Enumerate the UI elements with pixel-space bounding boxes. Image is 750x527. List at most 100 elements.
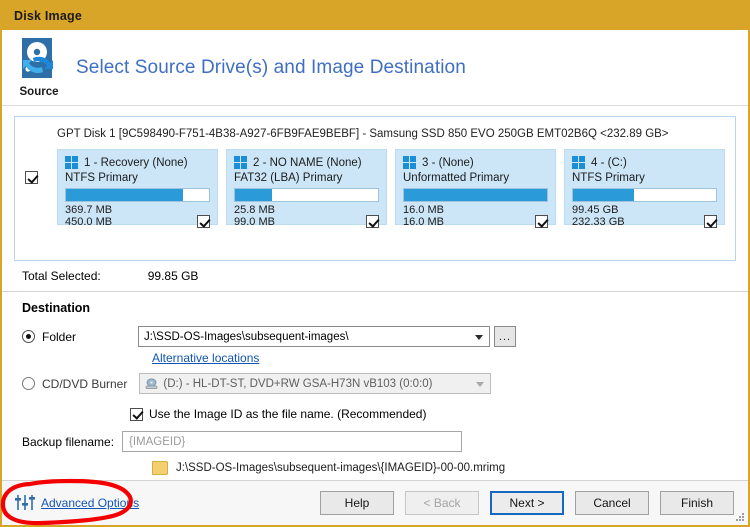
partition-header: 3 - (None): [403, 156, 548, 169]
chevron-down-icon[interactable]: [475, 334, 484, 340]
disk-info-line: GPT Disk 1 [9C598490-F751-4B38-A927-6FB9…: [57, 128, 669, 140]
backup-filename-row: Backup filename: {IMAGEID}: [22, 431, 748, 452]
backup-filename-value: {IMAGEID}: [129, 435, 186, 448]
chevron-down-icon: [476, 381, 485, 387]
partition-footer: 369.7 MB 450.0 MB: [65, 204, 210, 228]
master-checkbox-wrap: [25, 149, 57, 184]
disk-image-window: Disk Image Source Select Source Drive(s)…: [0, 0, 750, 527]
partition-checkbox[interactable]: [366, 215, 379, 228]
destination-section: Destination Folder J:\SSD-OS-Images\subs…: [2, 292, 748, 475]
partition-card-3[interactable]: 3 - (None) Unformatted Primary 16.0 MB 1…: [395, 149, 556, 228]
advanced-options-link[interactable]: Advanced Options: [41, 496, 139, 510]
resize-grip[interactable]: [735, 512, 745, 522]
windows-logo-icon: [403, 156, 416, 169]
total-selected-row: Total Selected: 99.85 GB: [2, 261, 748, 292]
partition-checkbox[interactable]: [535, 215, 548, 228]
partition-filesystem: NTFS Primary: [572, 172, 645, 184]
full-path-text: J:\SSD-OS-Images\subsequent-images\{IMAG…: [176, 462, 506, 474]
cddvd-radio-label: CD/DVD Burner: [42, 376, 128, 391]
folder-radio-label: Folder: [42, 329, 77, 344]
folder-option-row: Folder J:\SSD-OS-Images\subsequent-image…: [22, 326, 748, 347]
partition-usage-bar: [234, 188, 379, 202]
folder-path-value: J:\SSD-OS-Images\subsequent-images\: [144, 330, 349, 343]
partition-usage-bar: [403, 188, 548, 202]
disk-area: GPT Disk 1 [9C598490-F751-4B38-A927-6FB9…: [2, 106, 748, 261]
backup-filename-label: Backup filename:: [22, 434, 115, 449]
partition-total: 232.33 GB: [572, 215, 625, 228]
partition-used: 25.8 MB: [234, 204, 275, 216]
partition-card-4[interactable]: 4 - (C:) NTFS Primary 99.45 GB 232.33 GB: [564, 149, 725, 228]
partition-used: 16.0 MB: [403, 204, 444, 216]
partition-header: 2 - NO NAME (None): [234, 156, 379, 169]
partition-sizes: 25.8 MB 99.0 MB: [234, 204, 275, 228]
partition-card-1[interactable]: 1 - Recovery (None) NTFS Primary 369.7 M…: [57, 149, 218, 228]
finish-button[interactable]: Finish: [660, 491, 734, 515]
total-selected-label: Total Selected:: [22, 269, 101, 283]
total-selected-value: 99.85 GB: [147, 269, 199, 283]
backup-filename-input[interactable]: {IMAGEID}: [122, 431, 462, 452]
cddvd-device-value: (D:) - HL-DT-ST, DVD+RW GSA-H73N vB103 (…: [163, 377, 433, 390]
window-title: Disk Image: [14, 9, 83, 23]
partition-name: 1 - Recovery (None): [84, 156, 188, 169]
disk-select-checkbox[interactable]: [25, 171, 38, 184]
partition-header: 4 - (C:): [572, 156, 717, 169]
page-title: Select Source Drive(s) and Image Destina…: [76, 57, 466, 78]
optical-drive-icon: [145, 378, 158, 390]
folder-path-combo[interactable]: J:\SSD-OS-Images\subsequent-images\: [138, 326, 491, 347]
partition-checkbox[interactable]: [704, 215, 717, 228]
help-button[interactable]: Help: [320, 491, 394, 515]
partition-checkbox[interactable]: [197, 215, 210, 228]
back-button: < Back: [405, 491, 479, 515]
cddvd-radio[interactable]: [22, 377, 35, 390]
source-label: Source: [19, 86, 59, 98]
browse-button[interactable]: ...: [494, 326, 517, 347]
partition-used: 99.45 GB: [572, 204, 619, 216]
partition-total: 99.0 MB: [234, 215, 275, 228]
partition-name: 4 - (C:): [591, 156, 627, 169]
partition-filesystem: Unformatted Primary: [403, 172, 510, 184]
cancel-button[interactable]: Cancel: [575, 491, 649, 515]
cddvd-option-row: CD/DVD Burner (D:) - HL-DT-ST, DVD+RW GS…: [22, 373, 748, 394]
windows-logo-icon: [65, 156, 78, 169]
partition-sizes: 369.7 MB 450.0 MB: [65, 204, 113, 228]
folder-radio[interactable]: [22, 330, 35, 343]
alternative-locations-link[interactable]: Alternative locations: [152, 351, 259, 365]
partition-usage-fill: [573, 189, 635, 201]
partition-total: 16.0 MB: [403, 215, 444, 228]
wizard-header: Source Select Source Drive(s) and Image …: [2, 30, 748, 106]
disk-source-icon: [16, 36, 62, 85]
destination-heading: Destination: [22, 301, 91, 315]
windows-logo-icon: [234, 156, 247, 169]
partition-name: 2 - NO NAME (None): [253, 156, 362, 169]
partition-footer: 25.8 MB 99.0 MB: [234, 204, 379, 228]
partition-card-2[interactable]: 2 - NO NAME (None) FAT32 (LBA) Primary 2…: [226, 149, 387, 228]
sliders-icon: [14, 494, 36, 512]
partition-name: 3 - (None): [422, 156, 474, 169]
partition-filesystem: NTFS Primary: [65, 172, 138, 184]
partition-header: 1 - Recovery (None): [65, 156, 210, 169]
folder-icon: [152, 461, 168, 475]
source-block: Source: [12, 36, 66, 98]
footer-buttons: Help < Back Next > Cancel Finish: [320, 491, 734, 515]
advanced-options-group[interactable]: Advanced Options: [14, 494, 139, 512]
use-image-id-label: Use the Image ID as the file name. (Reco…: [149, 407, 427, 421]
use-image-id-row[interactable]: Use the Image ID as the file name. (Reco…: [130, 407, 748, 421]
partition-usage-fill: [66, 189, 184, 201]
folder-field-group: J:\SSD-OS-Images\subsequent-images\ ...: [138, 326, 517, 347]
next-button[interactable]: Next >: [490, 491, 564, 515]
partition-used: 369.7 MB: [65, 204, 113, 216]
disk-box: GPT Disk 1 [9C598490-F751-4B38-A927-6FB9…: [14, 116, 736, 261]
partition-footer: 16.0 MB 16.0 MB: [403, 204, 548, 228]
cddvd-field-group: (D:) - HL-DT-ST, DVD+RW GSA-H73N vB103 (…: [139, 373, 492, 394]
partition-usage-fill: [235, 189, 273, 201]
partition-total: 450.0 MB: [65, 215, 113, 228]
partition-usage-bar: [65, 188, 210, 202]
window-titlebar: Disk Image: [2, 2, 748, 30]
partition-usage-bar: [572, 188, 717, 202]
footer-bar: Advanced Options Help < Back Next > Canc…: [2, 480, 748, 525]
partition-row: 1 - Recovery (None) NTFS Primary 369.7 M…: [25, 149, 725, 228]
cddvd-device-combo[interactable]: (D:) - HL-DT-ST, DVD+RW GSA-H73N vB103 (…: [139, 373, 492, 394]
use-image-id-checkbox[interactable]: [130, 407, 143, 421]
partition-footer: 99.45 GB 232.33 GB: [572, 204, 717, 228]
partition-filesystem: FAT32 (LBA) Primary: [234, 172, 343, 184]
